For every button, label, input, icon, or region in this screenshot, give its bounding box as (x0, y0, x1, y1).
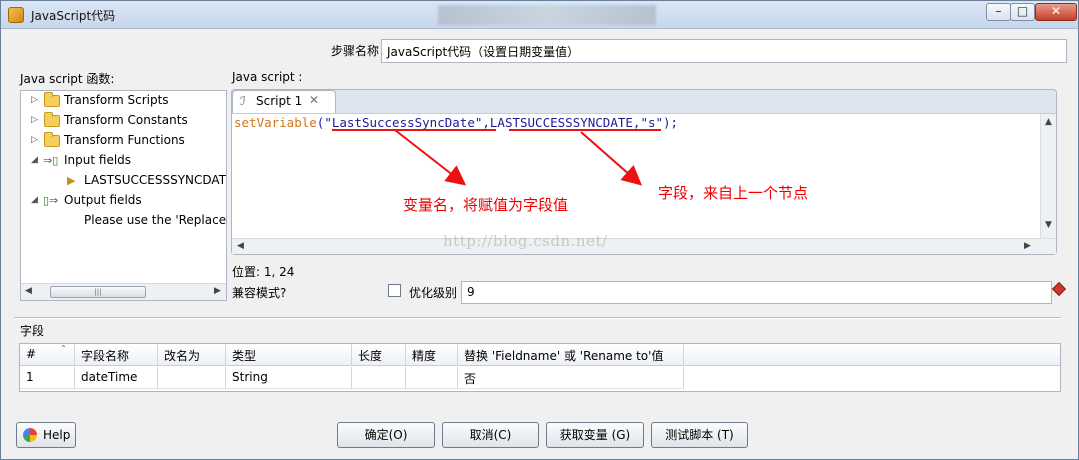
help-icon (23, 428, 37, 442)
expand-arrow-icon[interactable]: ▷ (31, 115, 38, 125)
fields-table[interactable]: # ⌃ 字段名称 改名为 类型 长度 精度 替换 'Fieldname' 或 '… (19, 343, 1061, 392)
minimize-button[interactable]: – (986, 3, 1011, 21)
tab-script-1[interactable]: ℐ Script 1 ✕ (232, 90, 336, 113)
column-header-type[interactable]: 类型 (226, 344, 352, 366)
optimization-level-input[interactable]: 9 (461, 281, 1052, 304)
window-title: JavaScript代码 (31, 9, 116, 23)
tree-item-label: Input fields (64, 153, 132, 167)
optimization-level-label: 优化级别 (409, 286, 458, 300)
column-header-precision[interactable]: 精度 (406, 344, 458, 366)
background-window-strip (438, 5, 656, 25)
scroll-left-arrow-icon[interactable]: ◀ (237, 241, 244, 251)
help-button[interactable]: Help (16, 422, 76, 448)
collapse-arrow-icon[interactable]: ◢ (31, 155, 38, 165)
table-cell-field-name[interactable]: dateTime (75, 367, 158, 389)
table-cell-replace[interactable]: 否 (458, 367, 684, 389)
column-header-empty (684, 344, 1060, 366)
scroll-down-arrow-icon[interactable]: ▼ (1045, 220, 1052, 230)
fields-section-label: 字段 (20, 324, 45, 338)
variable-indicator-icon (1051, 281, 1067, 297)
column-header-index[interactable]: # (20, 344, 75, 366)
editor-label: Java script : (232, 70, 303, 84)
input-fields-icon: ⇒▯ (43, 154, 59, 167)
compatibility-mode-checkbox[interactable] (388, 284, 401, 297)
cancel-button[interactable]: 取消(C) (442, 422, 539, 448)
tree-item-label: Transform Scripts (64, 93, 169, 107)
tree-horizontal-scrollbar[interactable]: ◀ ||| ▶ (21, 283, 226, 300)
table-cell-length[interactable] (352, 367, 406, 389)
collapse-arrow-icon[interactable]: ◢ (31, 195, 38, 205)
scroll-up-arrow-icon[interactable]: ▲ (1045, 117, 1052, 127)
column-header-field-name[interactable]: 字段名称 (75, 344, 158, 366)
annotation-variable-note: 变量名，将赋值为字段值 (403, 196, 569, 214)
expand-arrow-icon[interactable]: ▷ (31, 135, 38, 145)
step-name-input[interactable]: JavaScript代码（设置日期变量值） (381, 39, 1067, 63)
annotation-field-note: 字段，来自上一个节点 (658, 184, 809, 202)
sort-ascending-icon: ⌃ (60, 344, 67, 353)
scroll-left-arrow-icon[interactable]: ◀ (25, 286, 32, 296)
table-cell-type[interactable]: String (226, 367, 352, 389)
scroll-right-arrow-icon[interactable]: ▶ (1024, 241, 1031, 251)
cursor-position-text: 位置: 1, 24 (232, 265, 295, 279)
arrow-to-variable-note (394, 129, 467, 186)
watermark-text: http://blog.csdn.net/ (443, 232, 608, 250)
annotation-arrows (394, 129, 643, 186)
scroll-right-arrow-icon[interactable]: ▶ (214, 286, 221, 296)
test-script-button[interactable]: 测试脚本 (T) (651, 422, 748, 448)
editor-horizontal-scrollbar[interactable]: ◀ ▶ (232, 238, 1056, 254)
app-icon (8, 7, 24, 23)
column-header-length[interactable]: 长度 (352, 344, 406, 366)
editor-vertical-scrollbar[interactable]: ▲ ▼ (1040, 114, 1056, 238)
tab-label: Script 1 (256, 94, 303, 108)
functions-panel-label: Java script 函数: (20, 72, 115, 86)
tree-item-label: Transform Constants (64, 113, 188, 127)
table-cell-precision[interactable] (406, 367, 458, 389)
maximize-button[interactable]: □ (1010, 3, 1035, 21)
tree-item-label: LASTSUCCESSSYNCDATE (84, 173, 227, 187)
folder-icon (44, 92, 60, 107)
arrow-to-field-note (580, 131, 643, 186)
step-name-label: 步骤名称 (331, 44, 380, 58)
field-arrow-icon: ▶ (67, 174, 76, 187)
section-divider (14, 317, 1061, 319)
javascript-dialog: JavaScript代码 – □ ✕ 步骤名称 JavaScript代码（设置日… (0, 0, 1079, 460)
code-function: setVariable (234, 115, 317, 130)
column-header-replace[interactable]: 替换 'Fieldname' 或 'Rename to'值 (458, 344, 684, 366)
close-button[interactable]: ✕ (1035, 3, 1077, 21)
scroll-thumb[interactable]: ||| (50, 286, 146, 298)
compatibility-mode-label: 兼容模式? (232, 286, 287, 300)
tree-item-label: Transform Functions (64, 133, 185, 147)
close-tab-icon[interactable]: ✕ (309, 93, 319, 107)
table-cell-rename-to[interactable] (158, 367, 226, 389)
script-icon: ℐ (240, 94, 246, 108)
tree-item-label: Please use the 'Replace v (84, 213, 227, 227)
title-bar: JavaScript代码 – □ ✕ (1, 1, 1078, 29)
column-header-rename-to[interactable]: 改名为 (158, 344, 226, 366)
folder-icon (44, 112, 60, 127)
ok-button[interactable]: 确定(O) (337, 422, 435, 448)
folder-icon (44, 132, 60, 147)
get-variables-button[interactable]: 获取变量 (G) (546, 422, 644, 448)
table-cell-index[interactable]: 1 (20, 367, 75, 389)
tree-item-label: Output fields (64, 193, 142, 207)
help-button-label: Help (43, 428, 71, 442)
functions-tree[interactable]: ▷ Transform Scripts ▷ Transform Constant… (20, 90, 227, 301)
output-fields-icon: ▯⇒ (43, 194, 59, 207)
expand-arrow-icon[interactable]: ▷ (31, 95, 38, 105)
